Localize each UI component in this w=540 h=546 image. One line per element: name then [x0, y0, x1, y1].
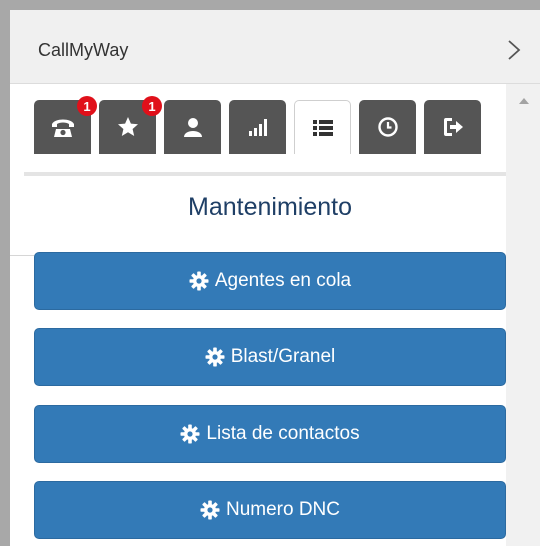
list-icon [312, 119, 333, 137]
tab-maintenance[interactable] [294, 100, 351, 154]
notification-badge: 1 [77, 96, 97, 116]
blast-granel-button[interactable]: Blast/Granel [34, 328, 506, 386]
lista-de-contactos-button[interactable]: Lista de contactos [34, 405, 506, 463]
divider [10, 255, 34, 256]
tab-bar: 1 1 [10, 84, 506, 158]
notification-badge: 1 [142, 96, 162, 116]
clock-icon [377, 116, 399, 138]
agentes-en-cola-button[interactable]: Agentes en cola [34, 252, 506, 310]
star-icon [116, 115, 140, 139]
numero-dnc-button[interactable]: Numero DNC [34, 481, 506, 539]
logout-icon [442, 117, 464, 137]
button-label: Agentes en cola [214, 270, 352, 291]
app-title: CallMyWay [38, 40, 129, 60]
phone-icon [50, 116, 76, 138]
signal-bars-icon [248, 118, 268, 136]
gear-icon [200, 500, 220, 520]
user-icon [182, 116, 204, 138]
button-label: Lista de contactos [206, 423, 360, 444]
tab-favorites[interactable]: 1 [99, 96, 162, 154]
gear-icon [205, 347, 225, 367]
window-frame-left [0, 0, 10, 546]
scrollbar[interactable] [506, 84, 540, 546]
window-frame-top [0, 0, 540, 10]
tab-bar-underline [24, 172, 506, 176]
tab-contacts[interactable] [164, 100, 221, 154]
page-title: Mantenimiento [188, 193, 352, 221]
chevron-right-icon[interactable] [504, 39, 524, 61]
tab-stats[interactable] [229, 100, 286, 154]
tab-calls[interactable]: 1 [34, 96, 97, 154]
button-label: Numero DNC [225, 499, 341, 520]
gear-icon [189, 271, 209, 291]
tab-logout[interactable] [424, 100, 481, 154]
button-label: Blast/Granel [230, 346, 336, 367]
tab-history[interactable] [359, 100, 416, 154]
gear-icon [180, 424, 200, 444]
scroll-up-arrow-icon[interactable] [519, 98, 529, 104]
panel-header: CallMyWay [10, 10, 540, 84]
